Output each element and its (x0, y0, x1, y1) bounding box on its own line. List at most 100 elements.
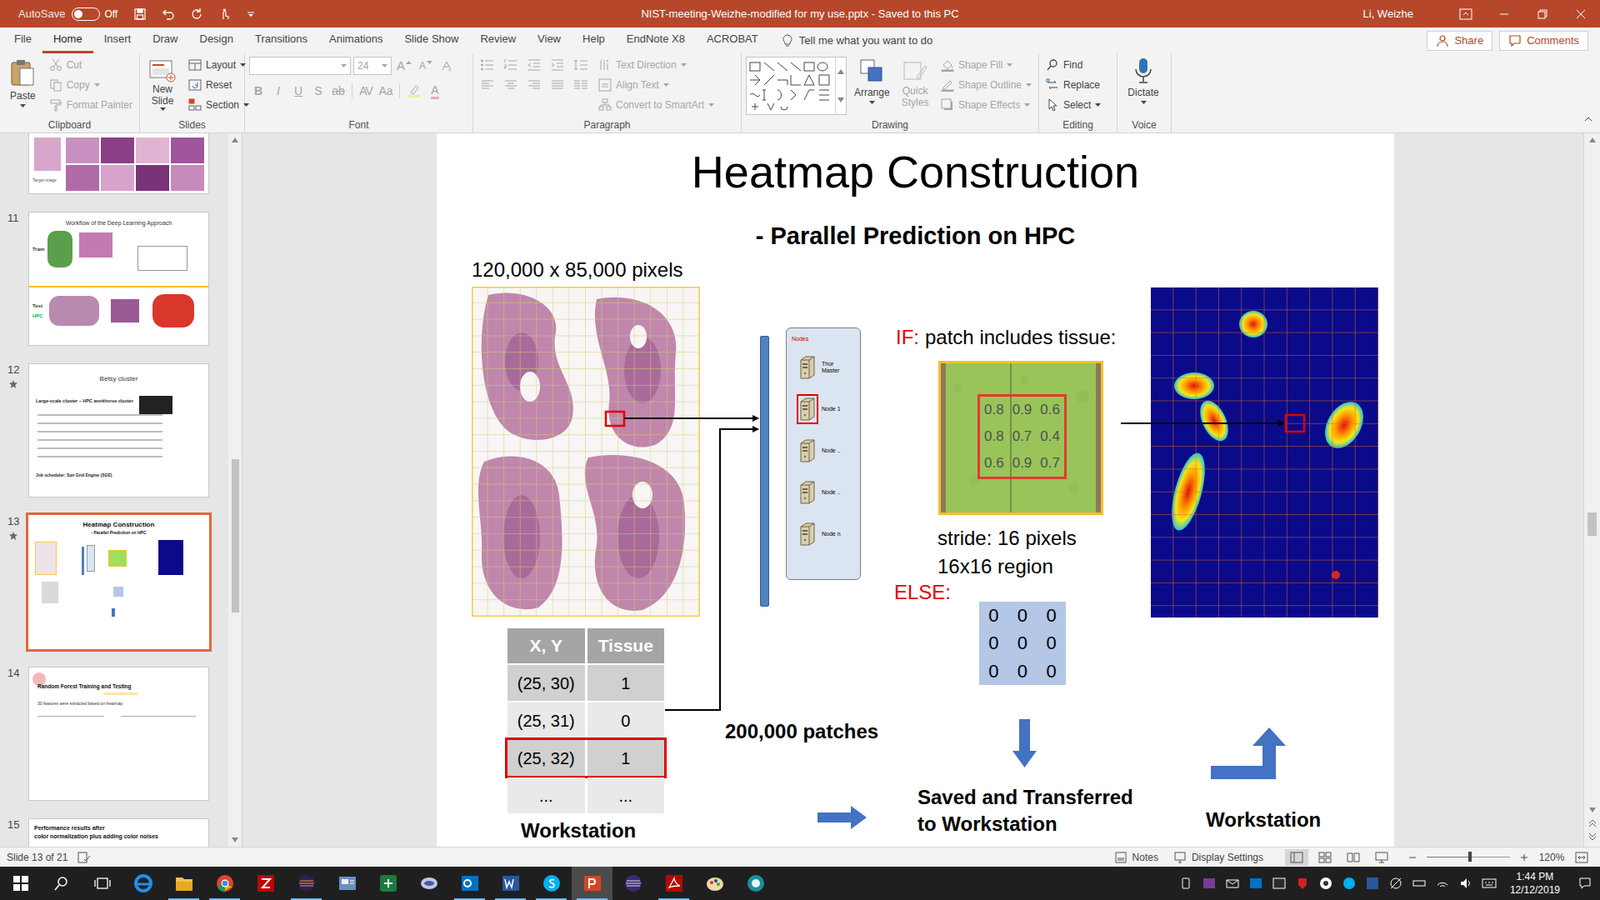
convert-smartart-button[interactable]: Convert to SmartArt (595, 95, 717, 115)
clock[interactable]: 1:44 PM12/12/2019 (1505, 870, 1565, 897)
format-painter-button[interactable]: Format Painter (46, 95, 135, 115)
align-right-icon[interactable] (524, 75, 545, 95)
slide-thumbnail[interactable]: Workflow of the Deep Learning ApproachTr… (28, 211, 210, 346)
scrollbar-thumb[interactable] (1587, 512, 1597, 536)
tray-icon[interactable] (1178, 875, 1194, 891)
scroll-down-icon[interactable] (1584, 803, 1600, 817)
bullets-icon[interactable] (477, 55, 498, 75)
font-format-button[interactable]: AV (356, 81, 375, 100)
tray-icon[interactable] (1411, 875, 1427, 891)
clear-formatting-icon[interactable] (437, 56, 456, 75)
taskbar-app[interactable] (326, 866, 368, 900)
font-name-field[interactable] (249, 56, 351, 75)
slide-thumbnail[interactable]: Heatmap Construction- Parallel Predictio… (28, 515, 210, 650)
grow-font-button[interactable]: A (394, 56, 415, 75)
thumbnail-row[interactable]: Target image (0, 133, 229, 195)
shape-fill-button[interactable]: Shape Fill (938, 55, 1035, 75)
slide-thumbnail[interactable]: Target image (28, 133, 210, 195)
normal-view-icon[interactable] (1285, 849, 1309, 866)
ribbon-tab[interactable]: ACROBAT (695, 27, 770, 54)
cluster-node[interactable]: Node .. (796, 433, 860, 469)
find-button[interactable]: Find (1043, 55, 1104, 75)
previous-slide-icon[interactable] (1584, 816, 1600, 830)
quick-styles-button[interactable]: Quick Styles (896, 55, 934, 109)
arrange-button[interactable]: Arrange (851, 55, 892, 105)
taskbar-app[interactable] (490, 866, 531, 900)
ribbon-tab[interactable]: Transitions (244, 27, 319, 54)
ribbon-tab[interactable]: Draw (141, 27, 189, 54)
taskbar-app[interactable] (81, 866, 123, 900)
ribbon-display-icon[interactable] (1446, 0, 1485, 28)
new-slide-button[interactable]: New Slide (144, 55, 181, 112)
thumbnail-row[interactable]: 12Betsy clusterLarge-scale cluster – HPC… (0, 363, 229, 498)
taskbar-app[interactable] (694, 866, 735, 900)
thumbnail-row[interactable]: 11Workflow of the Deep Learning Approach… (0, 211, 229, 346)
display-settings-button[interactable]: Display Settings (1191, 850, 1264, 865)
thumbnail-row[interactable]: 13Heatmap Construction- Parallel Predict… (0, 515, 229, 650)
tray-icon[interactable] (1201, 875, 1217, 891)
taskbar-app[interactable] (408, 866, 450, 900)
table-row[interactable]: (25, 31)0 (507, 702, 665, 739)
slide-sorter-icon[interactable] (1313, 849, 1337, 866)
cluster-node[interactable]: Node .. (796, 475, 860, 510)
fit-to-window-icon[interactable] (1573, 850, 1590, 865)
ribbon-tab[interactable]: Review (469, 27, 527, 54)
tray-icon[interactable] (1271, 875, 1287, 891)
reset-button[interactable]: Reset (185, 75, 252, 95)
ribbon-tab[interactable]: Help (571, 27, 616, 54)
taskbar-app[interactable] (612, 866, 654, 900)
zoom-level[interactable]: 120% (1535, 850, 1569, 865)
numbering-icon[interactable] (500, 55, 521, 75)
tray-icon[interactable] (1388, 875, 1404, 891)
taskbar-app[interactable] (163, 866, 205, 900)
slide-thumbnail[interactable]: Random Forest Training and Testing30 fea… (28, 666, 210, 801)
slide-thumbnail[interactable]: Performance results aftercolor normaliza… (28, 818, 210, 847)
touch-mode-icon[interactable] (214, 3, 236, 25)
zoom-in-icon[interactable] (1518, 851, 1530, 864)
align-center-icon[interactable] (500, 75, 521, 95)
customize-icon[interactable] (242, 3, 260, 25)
cluster-node[interactable]: Node 1 (796, 391, 860, 427)
tray-icon[interactable] (1295, 875, 1310, 891)
align-text-button[interactable]: Align Text (595, 75, 717, 95)
shapes-gallery[interactable] (745, 56, 847, 115)
justify-icon[interactable] (547, 75, 568, 95)
select-button[interactable]: Select (1043, 95, 1104, 115)
section-button[interactable]: Section (185, 95, 252, 115)
save-icon[interactable] (129, 3, 151, 25)
scroll-up-icon[interactable] (228, 133, 242, 147)
font-format-button[interactable]: S (309, 81, 328, 100)
tray-icon[interactable] (1435, 875, 1450, 891)
redo-icon[interactable] (185, 3, 208, 25)
tray-icon[interactable] (1225, 875, 1240, 891)
ribbon-tab[interactable]: Home (42, 27, 94, 54)
taskbar-app[interactable] (653, 866, 695, 900)
cut-button[interactable]: Cut (46, 55, 135, 75)
slide-thumbnail[interactable]: Betsy clusterLarge-scale cluster – HPC w… (28, 363, 210, 498)
taskbar-app[interactable] (367, 866, 409, 900)
taskbar-app[interactable] (204, 866, 245, 900)
user-name[interactable]: Li, Weizhe (1363, 5, 1414, 23)
font-format-button[interactable]: Aa (376, 81, 395, 100)
gallery-scroll[interactable] (835, 57, 846, 115)
scroll-down-icon[interactable] (228, 833, 242, 847)
tray-icon[interactable] (1248, 875, 1264, 891)
thumbnail-scrollbar[interactable] (228, 133, 242, 847)
line-spacing-icon[interactable] (570, 55, 591, 75)
text-direction-button[interactable]: Text Direction (595, 55, 717, 75)
collapse-ribbon-icon[interactable] (1583, 115, 1594, 123)
columns-icon[interactable] (570, 75, 591, 95)
layout-button[interactable]: Layout (185, 55, 252, 75)
slide-show-icon[interactable] (1370, 849, 1394, 866)
zoom-slider-track[interactable] (1426, 856, 1510, 858)
reading-view-icon[interactable] (1341, 849, 1365, 866)
share-button[interactable]: Share (1426, 30, 1493, 51)
tray-icon[interactable] (1341, 875, 1357, 891)
shrink-font-button[interactable]: A (416, 56, 435, 75)
taskbar-app[interactable] (0, 866, 41, 900)
close-icon[interactable] (1561, 0, 1600, 28)
font-format-button[interactable]: I (269, 81, 288, 100)
thumbnail-row[interactable]: 15Performance results aftercolor normali… (0, 818, 229, 847)
comments-button[interactable]: Comments (1499, 30, 1589, 51)
undo-icon[interactable] (157, 3, 180, 25)
